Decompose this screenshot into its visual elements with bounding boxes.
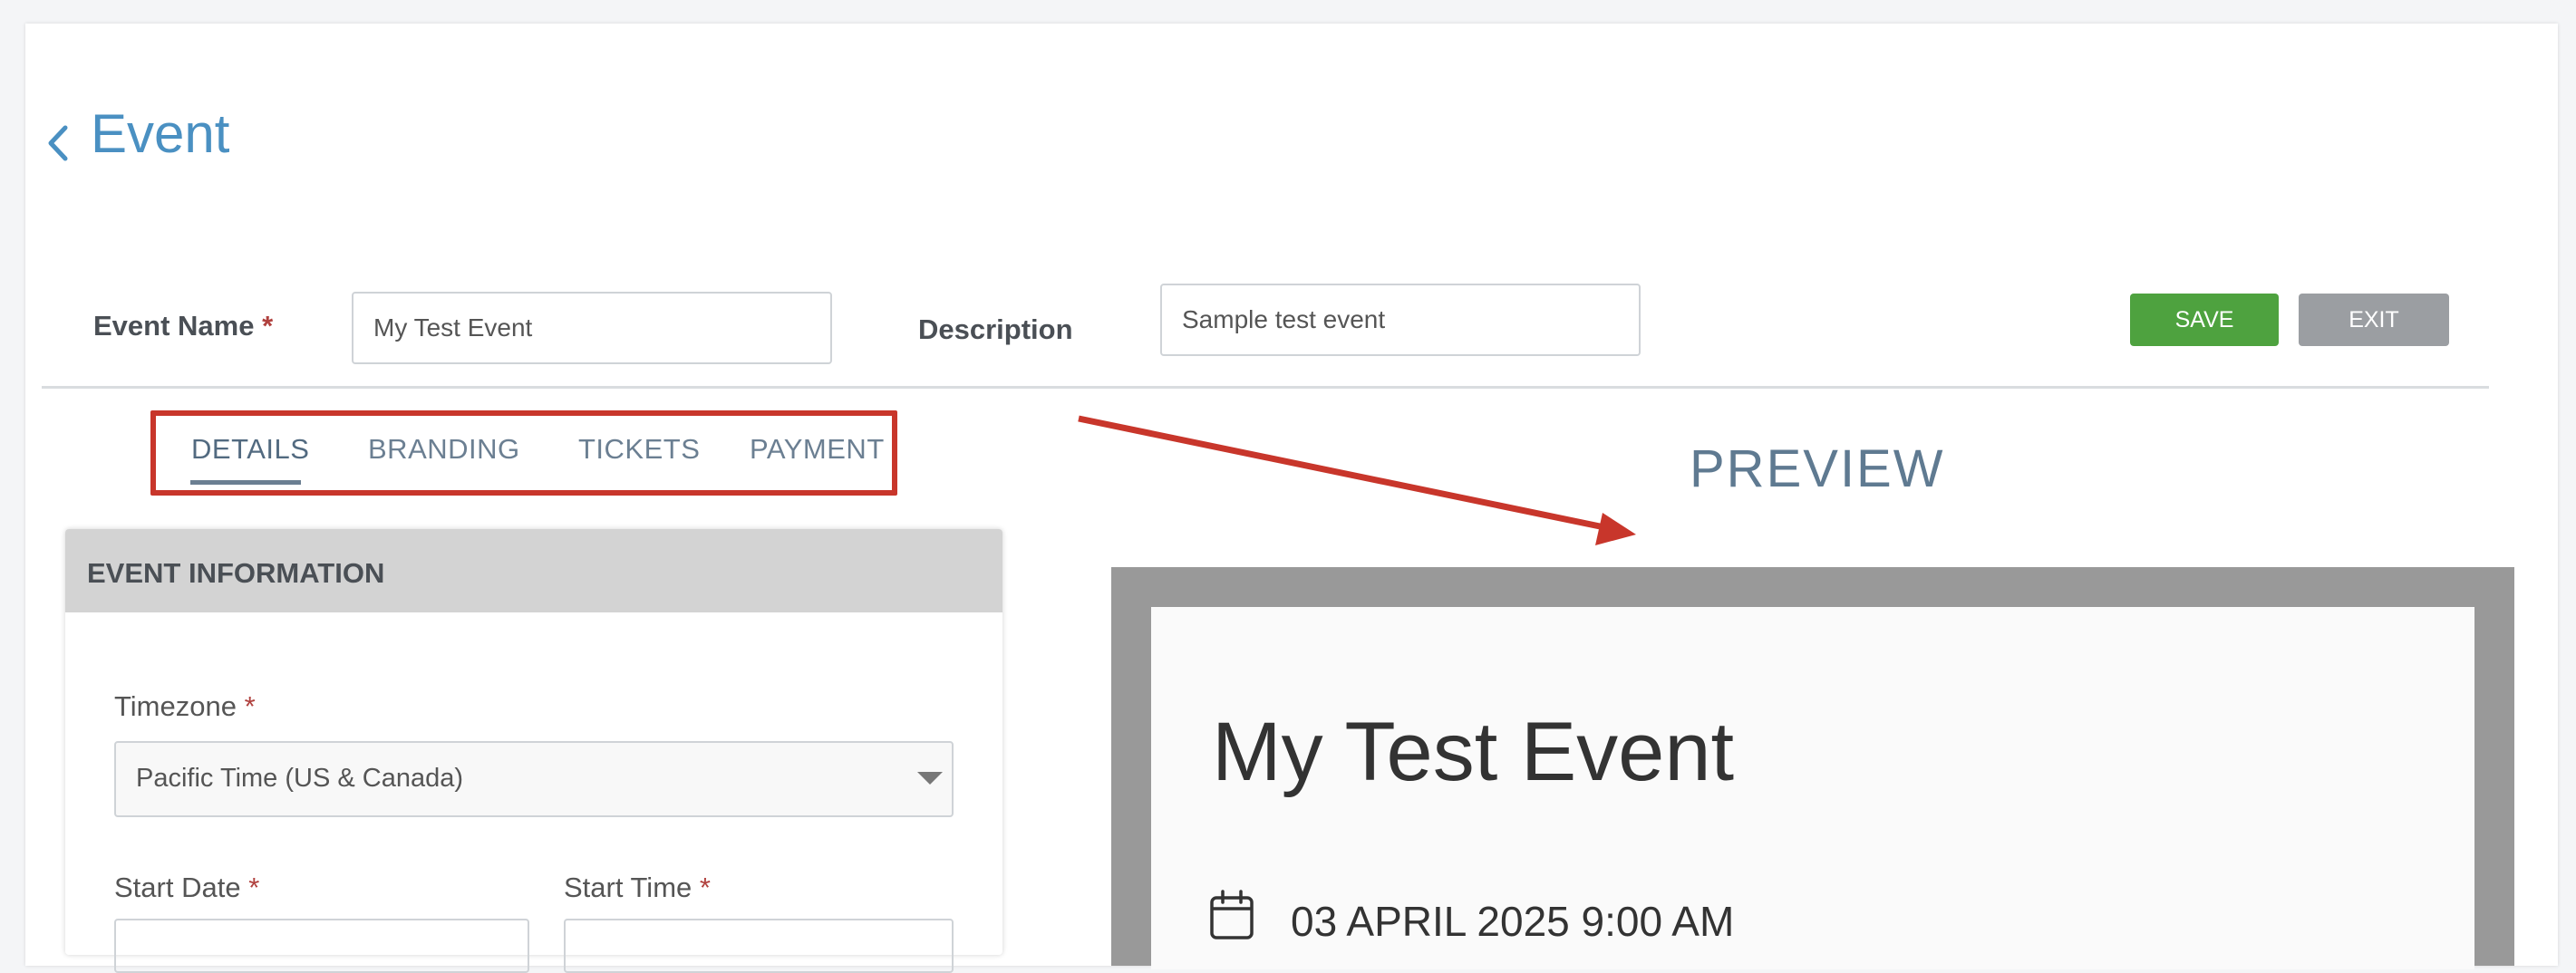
tab-details[interactable]: DETAILS (191, 433, 309, 466)
event-name-input[interactable] (352, 292, 832, 364)
header-divider (42, 386, 2489, 389)
chevron-left-icon[interactable] (40, 120, 76, 166)
preview-event-datetime: 03 APRIL 2025 9:00 AM (1291, 898, 1735, 945)
start-time-label: Start Time * (564, 872, 711, 903)
save-button[interactable]: SAVE (2130, 294, 2279, 346)
description-label: Description (918, 313, 1073, 345)
preview-event-title: My Test Event (1212, 706, 1735, 798)
start-time-input[interactable] (564, 919, 954, 973)
preview-heading: PREVIEW (1690, 439, 1945, 498)
required-mark: * (262, 310, 274, 342)
start-date-input[interactable] (114, 919, 529, 973)
description-input[interactable] (1160, 284, 1641, 356)
tab-tickets[interactable]: TICKETS (578, 433, 700, 466)
start-date-label: Start Date * (114, 872, 260, 903)
exit-button[interactable]: EXIT (2299, 294, 2449, 346)
chevron-down-icon[interactable] (917, 772, 943, 785)
panel-title: EVENT INFORMATION (87, 557, 385, 589)
timezone-value: Pacific Time (US & Canada) (136, 764, 464, 793)
page-title: Event (91, 103, 230, 164)
timezone-label: Timezone * (114, 690, 256, 722)
tab-payment[interactable]: PAYMENT (750, 433, 885, 466)
calendar-icon (1210, 890, 1254, 939)
tab-branding[interactable]: BRANDING (368, 433, 520, 466)
active-tab-underline (190, 480, 301, 485)
event-name-label: Event Name * (93, 310, 274, 342)
